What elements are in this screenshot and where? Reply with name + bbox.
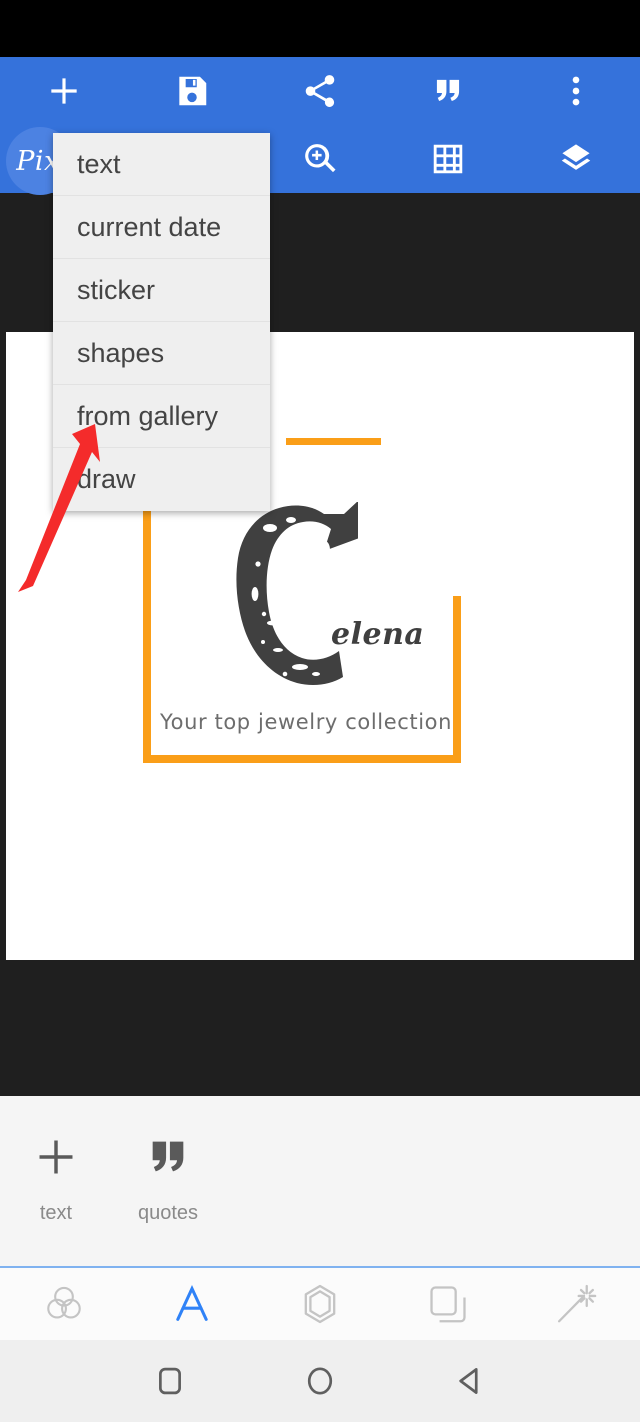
overflow-button[interactable]	[512, 57, 640, 125]
brand-tagline-text: Your top jewelry collection	[160, 710, 452, 734]
tool-option-text[interactable]: text	[0, 1134, 112, 1225]
quotes-button[interactable]	[384, 57, 512, 125]
zoom-button[interactable]	[256, 125, 384, 193]
tool-option-label: quotes	[137, 1202, 199, 1224]
quote-icon	[429, 72, 467, 110]
tab-blend[interactable]	[0, 1268, 128, 1340]
add-dropdown-menu[interactable]: text current date sticker shapes from ga…	[53, 133, 270, 511]
tab-effects[interactable]	[512, 1268, 640, 1340]
nav-back[interactable]	[395, 1340, 545, 1422]
brand-script-text: elena	[331, 617, 425, 652]
menu-item-current-date[interactable]: current date	[53, 196, 270, 259]
tool-options-panel: text quotes	[0, 1096, 640, 1268]
status-bar	[0, 0, 640, 57]
tab-text[interactable]	[128, 1268, 256, 1340]
menu-item-sticker[interactable]: sticker	[53, 259, 270, 322]
letter-a-icon	[169, 1281, 215, 1327]
plus-icon	[45, 72, 83, 110]
frame-segment-right	[453, 596, 461, 762]
copy-layers-icon	[425, 1281, 471, 1327]
share-icon	[301, 72, 339, 110]
save-disk-icon	[173, 72, 211, 110]
three-circles-icon	[41, 1281, 87, 1327]
monogram-c-icon	[228, 502, 358, 697]
save-button[interactable]	[128, 57, 256, 125]
phone-screen: Pix elena Your top jewelry collection te…	[0, 0, 640, 1422]
grid-icon	[429, 140, 467, 178]
frame-segment-top	[286, 438, 381, 445]
more-vertical-icon	[557, 72, 595, 110]
quote-icon	[145, 1134, 191, 1180]
nav-recents[interactable]	[95, 1340, 245, 1422]
layers-icon	[557, 140, 595, 178]
tool-option-quotes[interactable]: quotes	[112, 1134, 224, 1225]
plus-icon	[33, 1134, 79, 1180]
magic-wand-icon	[553, 1281, 599, 1327]
share-button[interactable]	[256, 57, 384, 125]
menu-item-shapes[interactable]: shapes	[53, 322, 270, 385]
android-nav-bar	[0, 1340, 640, 1422]
hexagon-icon	[297, 1281, 343, 1327]
add-button[interactable]	[0, 57, 128, 125]
bottom-tab-bar	[0, 1268, 640, 1340]
menu-item-draw[interactable]: draw	[53, 448, 270, 511]
tab-layers[interactable]	[384, 1268, 512, 1340]
menu-item-text[interactable]: text	[53, 133, 270, 196]
nav-home[interactable]	[245, 1340, 395, 1422]
toolbar-row-primary	[0, 57, 640, 125]
frame-segment-bottom	[143, 755, 461, 763]
tab-shapes[interactable]	[256, 1268, 384, 1340]
zoom-in-icon	[301, 140, 339, 178]
tool-option-label: text	[39, 1202, 73, 1224]
menu-item-from-gallery[interactable]: from gallery	[53, 385, 270, 448]
grid-button[interactable]	[384, 125, 512, 193]
layers-button[interactable]	[512, 125, 640, 193]
